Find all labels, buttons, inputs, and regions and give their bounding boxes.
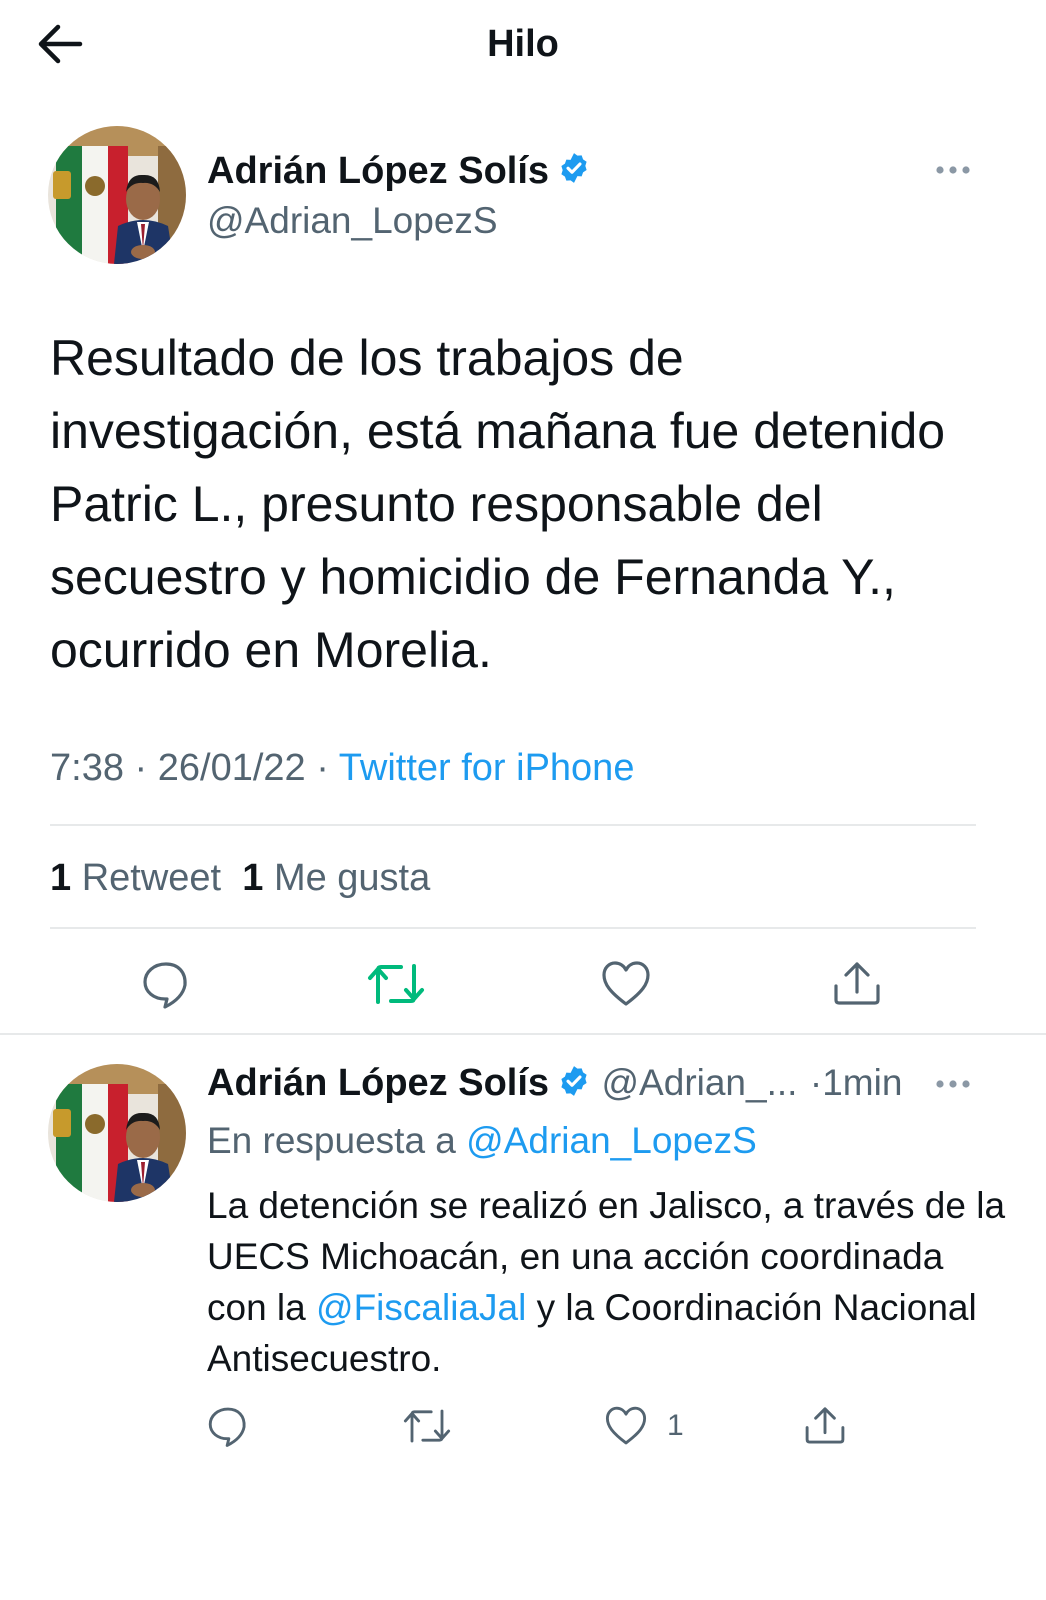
retweets-stat[interactable]: 1 Retweet: [50, 857, 221, 899]
like-button[interactable]: [604, 1404, 648, 1453]
like-button[interactable]: [600, 958, 652, 1015]
more-dots-icon[interactable]: [932, 1074, 972, 1099]
reply-author-handle[interactable]: @Adrian_...: [602, 1062, 798, 1103]
tweet-meta: 7:38 · 26/01/22 · Twitter for iPhone: [50, 742, 634, 794]
in-reply-prefix: En respuesta a: [207, 1120, 456, 1161]
share-upload-icon: [805, 1407, 845, 1444]
reply-bubble-icon: [143, 962, 187, 1009]
more-dots-icon[interactable]: [932, 160, 972, 185]
tweet-stats: 1 Retweet 1 Me gusta: [50, 852, 430, 904]
share-button[interactable]: [802, 1402, 848, 1453]
share-button[interactable]: [830, 956, 884, 1015]
like-count: 1: [242, 857, 264, 899]
divider: [50, 927, 976, 929]
like-label: Me gusta: [273, 857, 431, 899]
heart-icon: [605, 1406, 647, 1445]
tweet-time: 7:38: [50, 747, 124, 789]
share-upload-icon: [834, 962, 880, 1005]
reply-author-name[interactable]: Adrián López Solís: [207, 1062, 549, 1104]
avatar[interactable]: [48, 1064, 186, 1202]
in-reply-handle-link[interactable]: @Adrian_LopezS: [466, 1120, 757, 1161]
meta-separator: ·: [134, 747, 148, 789]
mention-link[interactable]: @FiscaliaJal: [316, 1287, 526, 1328]
tweet-source-link[interactable]: Twitter for iPhone: [339, 747, 635, 789]
reply-bubble-icon: [208, 1407, 246, 1447]
retweet-count: 1: [50, 857, 72, 899]
divider: [50, 824, 976, 826]
reply-text: La detención se realizó en Jalisco, a tr…: [207, 1180, 1007, 1384]
reply-button[interactable]: [206, 1404, 250, 1453]
retweet-button[interactable]: [366, 958, 426, 1015]
verified-badge-icon: [557, 150, 591, 196]
author-name[interactable]: Adrián López Solís: [207, 150, 549, 192]
in-reply-to: En respuesta a @Adrian_LopezS: [207, 1117, 757, 1165]
verified-badge-icon: [557, 1064, 591, 1118]
reply-button[interactable]: [140, 958, 192, 1015]
tweet-date: 26/01/22: [157, 747, 306, 789]
retweet-button[interactable]: [402, 1404, 452, 1453]
divider: [0, 1033, 1046, 1035]
author-handle[interactable]: @Adrian_LopezS: [207, 198, 498, 244]
reply-time: ·1min: [809, 1062, 903, 1103]
reply-like-count: 1: [667, 1409, 684, 1442]
heart-icon: [602, 961, 650, 1006]
retweet-icon: [403, 1409, 451, 1443]
tweet-text: Resultado de los trabajos de investigaci…: [50, 330, 946, 678]
meta-separator: ·: [316, 747, 329, 789]
reply-header: Adrián López Solís @Adrian_... ·1min: [207, 1060, 902, 1118]
retweet-icon: [368, 964, 424, 1004]
avatar[interactable]: [48, 126, 186, 264]
retweet-label: Retweet: [81, 857, 222, 899]
page-title: Hilo: [487, 23, 559, 65]
likes-stat[interactable]: 1 Me gusta: [242, 857, 430, 899]
